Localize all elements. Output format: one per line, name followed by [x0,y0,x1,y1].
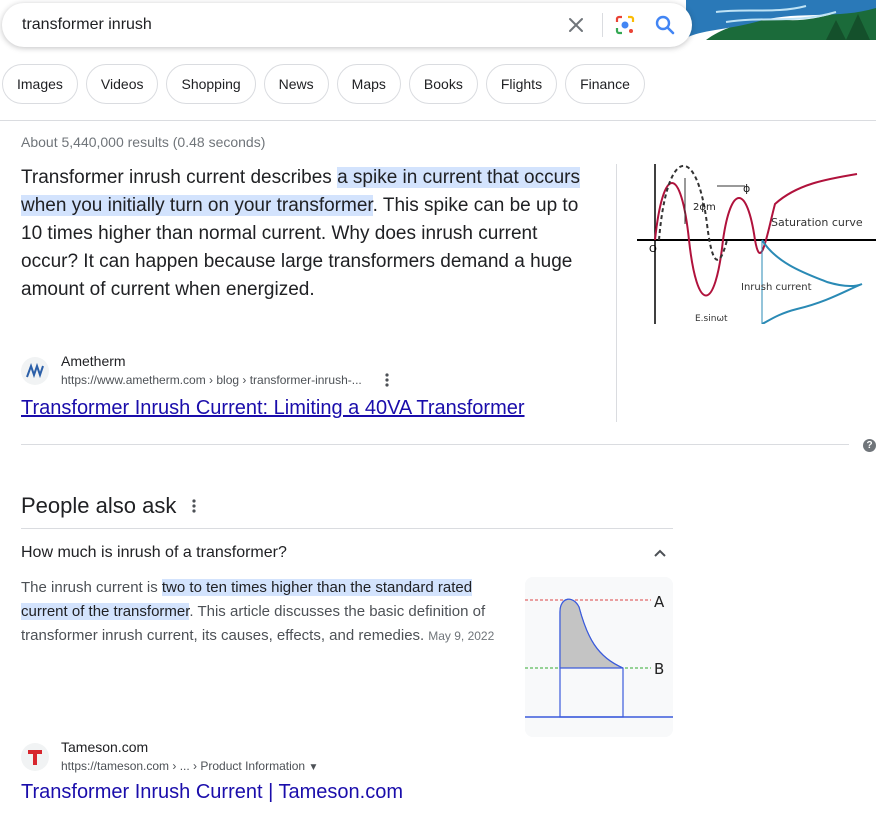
phi-label: ϕ [743,182,750,195]
snippet-text-before: Transformer inrush current describes [21,167,338,188]
chevron-up-icon[interactable] [651,544,669,562]
more-options-icon[interactable] [381,372,393,388]
snippet-result-link[interactable]: Transformer Inrush Current: Limiting a 4… [21,397,525,420]
search-separator [602,13,603,37]
paa-answer-image[interactable]: A B [525,577,673,737]
featured-snippet-text: Transformer inrush current describes a s… [21,164,581,304]
paa-divider [21,528,673,529]
level-a-label: A [654,593,665,611]
inrush-label: Inrush current [741,282,812,293]
tameson-favicon [21,743,49,771]
answer-date: May 9, 2022 [428,629,495,643]
chip-news[interactable]: News [263,64,329,104]
section-divider [21,444,849,445]
snippet-diagram-image[interactable]: 2ϕm ϕ Saturation curve O Inrush current … [637,164,876,324]
help-icon[interactable]: ? [863,439,876,452]
paa-title: People also ask [21,493,177,518]
paa-more-icon[interactable] [188,497,200,515]
caret-down-icon[interactable]: ▼ [308,762,318,773]
paa-result-link[interactable]: Transformer Inrush Current | Tameson.com [21,781,403,804]
search-icon[interactable] [653,13,677,37]
ametherm-favicon [21,357,49,385]
filter-chips: Images Videos Shopping News Maps Books F… [2,64,645,104]
doodle-artwork [686,0,876,40]
origin-label: O [649,244,657,255]
paa-source-url: https://tameson.com › ... › Product Info… [61,759,318,773]
chip-flights[interactable]: Flights [485,64,558,104]
chip-images[interactable]: Images [2,64,78,104]
chip-books[interactable]: Books [408,64,478,104]
chip-shopping[interactable]: Shopping [166,64,256,104]
esin-label: E.sinωt [695,314,728,324]
result-stats: About 5,440,000 results (0.48 seconds) [21,134,266,150]
chip-finance[interactable]: Finance [565,64,645,104]
level-b-label: B [654,660,664,678]
search-box[interactable]: transformer inrush [2,3,692,47]
chip-maps[interactable]: Maps [336,64,401,104]
header-divider [0,120,876,121]
source-site-name: Ametherm [61,353,126,369]
paa-source-url-text: https://tameson.com › ... › Product Info… [61,759,306,773]
google-lens-icon[interactable] [613,13,637,37]
paa-answer: The inrush current is two to ten times h… [21,576,501,648]
two-phi-label: 2ϕm [693,202,716,213]
saturation-label: Saturation curve [771,216,863,229]
paa-source[interactable]: Tameson.com https://tameson.com › ... › … [21,739,441,775]
paa-question[interactable]: How much is inrush of a transformer? [21,544,287,562]
chip-videos[interactable]: Videos [85,64,159,104]
clear-icon[interactable] [564,13,588,37]
paa-source-site-name: Tameson.com [61,739,149,755]
snippet-divider [616,164,617,422]
search-input[interactable]: transformer inrush [22,3,542,47]
snippet-source[interactable]: Ametherm https://www.ametherm.com › blog… [21,353,441,389]
answer-text-before: The inrush current is [21,579,162,596]
source-url: https://www.ametherm.com › blog › transf… [61,373,362,387]
